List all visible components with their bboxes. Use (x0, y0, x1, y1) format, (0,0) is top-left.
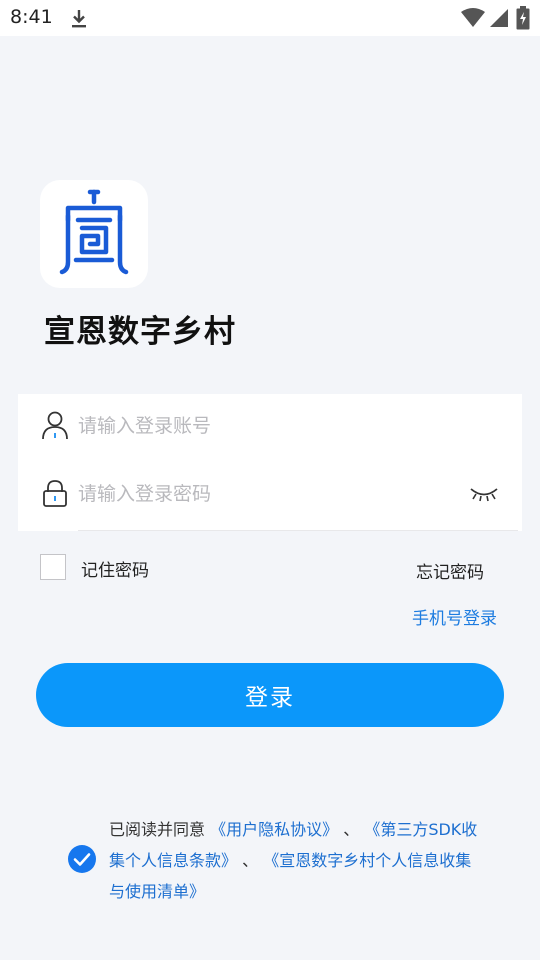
agreement-prefix: 已阅读并同意 (109, 820, 206, 839)
wifi-icon (461, 8, 485, 27)
app-title: 宣恩数字乡村 (44, 314, 236, 350)
remember-password-checkbox[interactable] (40, 554, 66, 580)
battery-icon (516, 6, 530, 30)
phone-login-link[interactable]: 手机号登录 (412, 604, 497, 629)
agreement-separator: 、 (242, 851, 259, 870)
signal-icon (490, 9, 508, 27)
forgot-password-link[interactable]: 忘记密码 (416, 558, 484, 583)
password-field-row (18, 464, 522, 524)
login-button[interactable]: 登录 (36, 663, 504, 727)
agreement-checkbox[interactable] (67, 844, 97, 874)
status-bar: 8:41 (0, 0, 540, 36)
account-input[interactable] (78, 406, 458, 446)
agreement-text: 已阅读并同意 《用户隐私协议》 、 《第三方SDK收集个人信息条款》 、 《宣恩… (109, 814, 479, 907)
status-time: 8:41 (10, 6, 53, 28)
form-divider (78, 530, 518, 531)
xuan-seal-icon (59, 189, 129, 275)
remember-password-label[interactable]: 记住密码 (81, 556, 149, 581)
app-logo (40, 180, 148, 288)
password-input[interactable] (78, 474, 458, 514)
eye-closed-icon[interactable] (468, 484, 500, 504)
privacy-policy-link[interactable]: 《用户隐私协议》 (210, 820, 338, 839)
lock-icon (43, 480, 67, 507)
account-field-row (18, 396, 522, 456)
user-icon (42, 411, 68, 440)
login-form (18, 394, 522, 531)
download-icon (72, 10, 86, 28)
agreement-separator: 、 (343, 820, 360, 839)
